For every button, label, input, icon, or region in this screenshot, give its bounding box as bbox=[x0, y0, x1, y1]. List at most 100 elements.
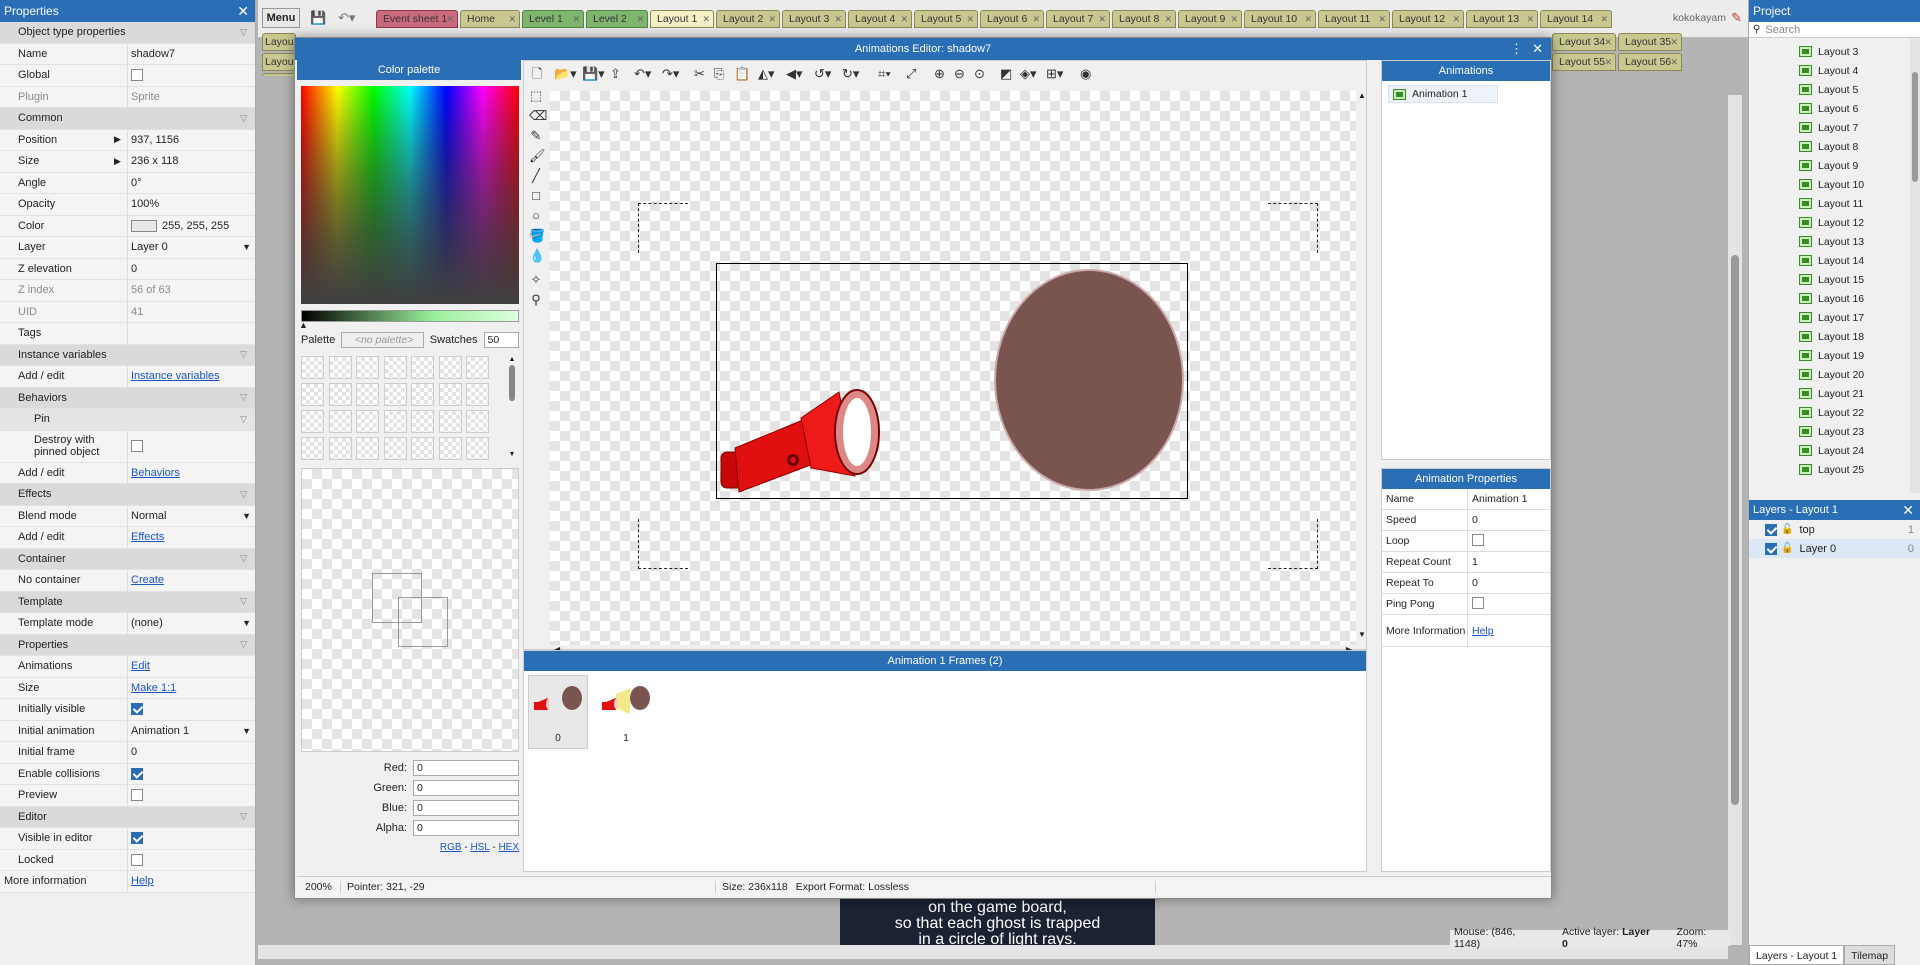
palette-swatch[interactable] bbox=[466, 356, 489, 379]
project-search[interactable]: ⚲ Search bbox=[1749, 22, 1920, 38]
expand-icon[interactable]: ▶ bbox=[114, 156, 121, 167]
tab-layout-13[interactable]: Layout 13 ✕ bbox=[1466, 10, 1538, 28]
zoom-out-icon[interactable]: ⊖ bbox=[954, 67, 965, 81]
frame-thumbnail[interactable]: 1 bbox=[596, 675, 656, 749]
property-text[interactable]: 0 bbox=[131, 746, 137, 758]
tab-layout-34[interactable]: Layout 34 ✕ bbox=[1552, 33, 1616, 51]
collapse-icon[interactable]: ▽ bbox=[240, 553, 247, 564]
tab-layout-3[interactable]: Layout 3 ✕ bbox=[782, 10, 846, 28]
project-item-layout[interactable]: Layout 19 bbox=[1749, 346, 1920, 365]
close-icon[interactable]: ✕ bbox=[966, 11, 974, 27]
chevron-down-icon[interactable]: ▼ bbox=[242, 618, 251, 628]
hex-link[interactable]: HEX bbox=[498, 842, 519, 853]
expand-icon[interactable]: ▶ bbox=[114, 134, 121, 145]
project-item-layout[interactable]: Layout 5 bbox=[1749, 80, 1920, 99]
property-checkbox[interactable] bbox=[1472, 596, 1484, 609]
project-item-layout[interactable]: Layout 25 bbox=[1749, 460, 1920, 479]
tab-layout-10[interactable]: Layout 10 ✕ bbox=[1244, 10, 1316, 28]
frame-thumbnail[interactable]: 0 bbox=[528, 675, 588, 749]
secondary-color-swatch[interactable] bbox=[398, 597, 448, 647]
layout-vscroll-thumb[interactable] bbox=[1731, 255, 1739, 805]
palette-swatch[interactable] bbox=[411, 437, 434, 460]
undo-icon[interactable]: ↶▾ bbox=[338, 10, 355, 26]
project-item-layout[interactable]: Layout 22 bbox=[1749, 403, 1920, 422]
property-text[interactable]: 937, 1156 bbox=[131, 134, 179, 146]
palette-swatch[interactable] bbox=[356, 383, 379, 406]
copy-icon[interactable]: ⎘ bbox=[714, 67, 724, 81]
tab-event-sheet-1[interactable]: Event sheet 1 ✕ bbox=[376, 10, 458, 28]
palette-swatch[interactable] bbox=[328, 437, 352, 460]
tab-layout-1[interactable]: Layout 1 ✕ bbox=[650, 10, 714, 28]
eraser-icon[interactable]: ⌫ bbox=[529, 109, 547, 123]
palette-swatch[interactable] bbox=[356, 410, 379, 433]
collapse-icon[interactable]: ▽ bbox=[240, 596, 247, 607]
close-icon[interactable]: ✕ bbox=[1902, 500, 1914, 520]
close-icon[interactable]: ✕ bbox=[900, 11, 908, 27]
close-icon[interactable]: ✕ bbox=[1670, 34, 1678, 50]
tab-layout-9[interactable]: Layout 9 ✕ bbox=[1178, 10, 1242, 28]
close-icon[interactable]: ✕ bbox=[834, 11, 842, 27]
origin-icon[interactable]: ✧ bbox=[529, 273, 543, 287]
layer-visible-checkbox[interactable] bbox=[1765, 523, 1777, 536]
property-section[interactable]: Properties ▽ bbox=[0, 634, 255, 656]
palette-swatch[interactable] bbox=[328, 410, 352, 433]
rectangle-icon[interactable]: □ bbox=[529, 189, 543, 203]
property-link[interactable]: Make 1:1 bbox=[131, 682, 176, 694]
collapse-icon[interactable]: ▽ bbox=[240, 489, 247, 500]
palette-swatch[interactable] bbox=[356, 437, 379, 460]
property-checkbox[interactable] bbox=[1472, 533, 1484, 546]
close-icon[interactable]: ✕ bbox=[1600, 11, 1608, 27]
project-item-layout[interactable]: Layout 8 bbox=[1749, 137, 1920, 156]
close-icon[interactable]: ✕ bbox=[1670, 54, 1678, 70]
palette-swatch[interactable] bbox=[438, 356, 462, 379]
collapse-icon[interactable]: ▽ bbox=[240, 414, 247, 425]
chevron-down-icon[interactable]: ▼ bbox=[242, 242, 251, 252]
tab-layout-55[interactable]: Layout 55 ✕ bbox=[1552, 53, 1616, 71]
cut-icon[interactable]: ✂ bbox=[694, 67, 705, 81]
chevron-down-icon[interactable]: ▼ bbox=[242, 726, 251, 736]
project-item-layout[interactable]: Layout 7 bbox=[1749, 118, 1920, 137]
color-spectrum[interactable] bbox=[301, 86, 519, 304]
rotate-ccw-icon[interactable]: ↺▾ bbox=[814, 67, 831, 81]
property-link[interactable]: Create bbox=[131, 574, 164, 586]
fill-icon[interactable]: 🪣 bbox=[529, 229, 545, 243]
slider-handle-icon[interactable]: ▲ bbox=[299, 320, 308, 330]
property-input[interactable]: 0 bbox=[1472, 577, 1478, 589]
brush-icon[interactable]: 🖌 bbox=[529, 149, 546, 163]
tab-layers[interactable]: Layers - Layout 1 bbox=[1749, 945, 1845, 965]
tab-home[interactable]: Home ✕ bbox=[460, 10, 520, 28]
palette-swatch[interactable] bbox=[438, 437, 462, 460]
redo-icon[interactable]: ↷▾ bbox=[662, 67, 679, 81]
palette-swatch[interactable] bbox=[301, 383, 324, 406]
line-icon[interactable]: ╱ bbox=[529, 169, 543, 183]
save-icon[interactable]: 💾▾ bbox=[582, 67, 605, 81]
open-icon[interactable]: 📂▾ bbox=[554, 67, 577, 81]
mirror-icon[interactable]: ◀▾ bbox=[786, 67, 803, 81]
close-icon[interactable]: ✕ bbox=[1098, 11, 1106, 27]
tab-level-2[interactable]: Level 2 ✕ bbox=[586, 10, 648, 28]
crop-icon[interactable]: ⌗▾ bbox=[878, 67, 891, 81]
animation-item[interactable]: Animation 1 bbox=[1388, 85, 1498, 103]
property-section[interactable]: Object type properties ▽ bbox=[0, 22, 255, 44]
menu-button[interactable]: Menu bbox=[262, 8, 300, 28]
close-icon[interactable]: ✕ bbox=[237, 0, 249, 22]
collapse-icon[interactable]: ▽ bbox=[240, 639, 247, 650]
palette-select[interactable]: <no palette> bbox=[341, 332, 424, 348]
close-icon[interactable]: ✕ bbox=[1452, 11, 1460, 27]
search-input[interactable]: Search bbox=[1765, 24, 1800, 36]
green-input[interactable]: 0 bbox=[413, 780, 519, 796]
layout-vscroll[interactable] bbox=[1728, 95, 1742, 945]
layers-icon[interactable]: ◈▾ bbox=[1020, 67, 1037, 81]
new-icon[interactable]: 🗋 bbox=[532, 67, 542, 81]
tab-level-1[interactable]: Level 1 ✕ bbox=[522, 10, 584, 28]
tab-tilemap[interactable]: Tilemap bbox=[1844, 945, 1896, 965]
palette-swatch[interactable] bbox=[383, 410, 407, 433]
property-select[interactable]: Normal bbox=[131, 510, 166, 522]
property-link[interactable]: Instance variables bbox=[131, 370, 220, 382]
property-link[interactable]: Edit bbox=[131, 660, 150, 672]
property-section[interactable]: Template ▽ bbox=[0, 591, 255, 613]
rgb-link[interactable]: RGB bbox=[440, 842, 462, 853]
project-scrollbar[interactable] bbox=[1910, 38, 1920, 493]
tab-layout-56[interactable]: Layout 56 ✕ bbox=[1618, 53, 1682, 71]
chevron-down-icon[interactable]: ▼ bbox=[242, 511, 251, 521]
